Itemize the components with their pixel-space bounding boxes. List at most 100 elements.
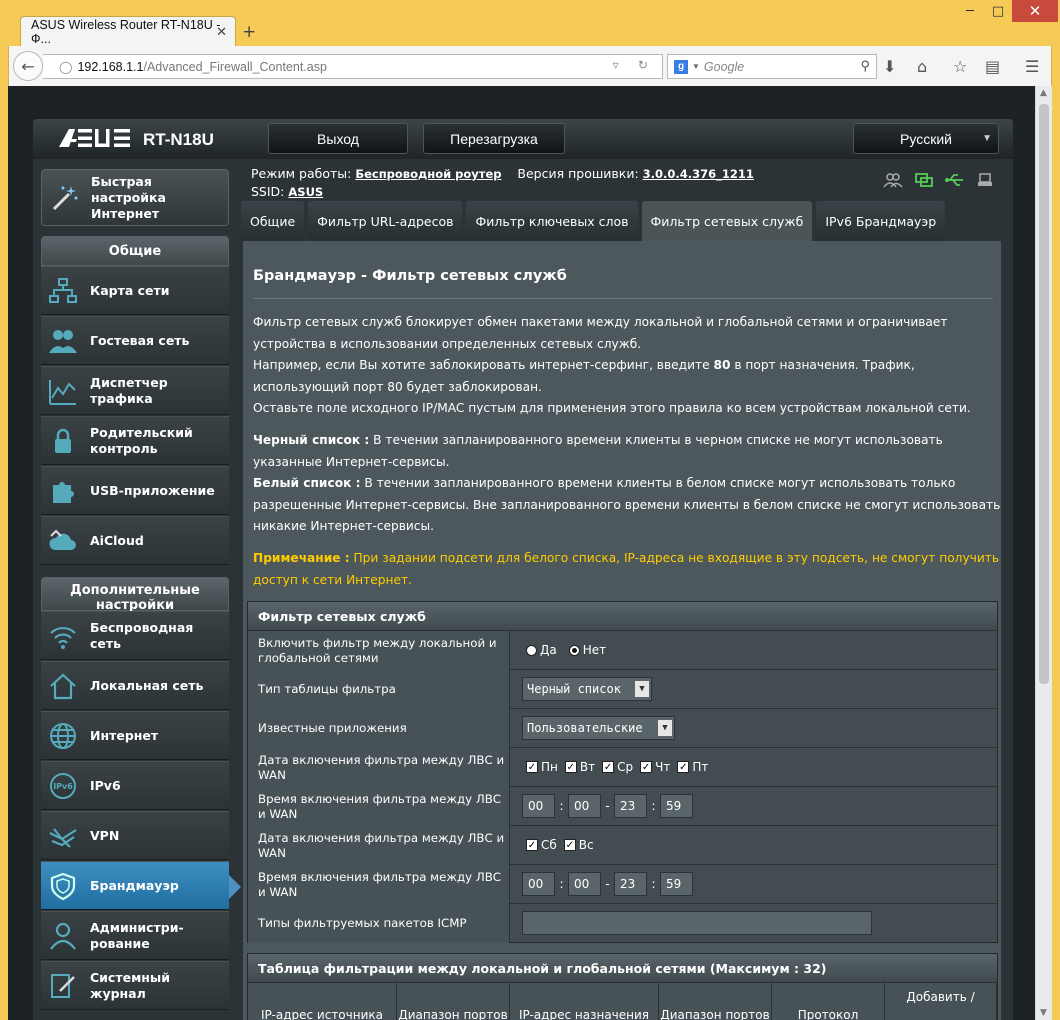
download-icon[interactable]: ⬇ bbox=[883, 57, 896, 76]
google-icon[interactable]: g bbox=[674, 59, 688, 74]
menu-icon[interactable]: ☰ bbox=[1025, 57, 1039, 76]
sidebar-item-parental-control[interactable]: Родительский контроль bbox=[41, 416, 229, 465]
logout-button[interactable]: Выход bbox=[268, 123, 408, 154]
sidebar-quick-setup[interactable]: Быстрая настройка Интернет bbox=[41, 169, 229, 226]
tab-ipv6-firewall[interactable]: IPv6 Брандмауэр bbox=[816, 201, 946, 241]
operation-mode: Режим работы: Беспроводной роутер Версия… bbox=[251, 166, 754, 181]
ipv6-globe-icon: IPv6 bbox=[48, 771, 78, 801]
tab-keyword-filter[interactable]: Фильтр ключевых слов bbox=[466, 201, 638, 241]
checkbox-sun[interactable]: ✓ bbox=[563, 839, 576, 851]
weekday-start-minute[interactable]: 00 bbox=[568, 794, 601, 818]
weekday-end-hour[interactable]: 23 bbox=[614, 794, 647, 818]
search-icon[interactable]: ⚲ bbox=[860, 58, 870, 74]
close-tab-icon[interactable]: ✕ bbox=[216, 24, 227, 40]
sidebar-item-internet[interactable]: Интернет bbox=[41, 711, 229, 760]
url-bar[interactable]: ◯ 192.168.1.1/Advanced_Firewall_Content.… bbox=[43, 54, 663, 79]
checkbox-fri[interactable]: ✓ bbox=[677, 761, 690, 773]
scroll-up-icon[interactable]: ▲ bbox=[1040, 88, 1047, 98]
url-host: 192.168.1.1 bbox=[77, 59, 144, 74]
sidebar-item-aicloud[interactable]: AiCloud bbox=[41, 516, 229, 565]
weekend-time-label: Время включения фильтра между ЛВС и WAN bbox=[248, 865, 510, 904]
sidebar-item-traffic-manager[interactable]: Диспетчер трафика bbox=[41, 366, 229, 415]
vertical-scrollbar[interactable]: ▲ ▼ bbox=[1035, 86, 1052, 1020]
description: Фильтр сетевых служб блокирует обмен пак… bbox=[253, 312, 1001, 420]
reload-icon[interactable]: ▿ ↻ bbox=[613, 58, 656, 72]
clients-icon[interactable] bbox=[883, 172, 903, 188]
sidebar-item-lan[interactable]: Локальная сеть bbox=[41, 661, 229, 710]
scroll-down-icon[interactable]: ▼ bbox=[1040, 1008, 1047, 1018]
sidebar-item-ipv6[interactable]: IPv6 IPv6 bbox=[41, 761, 229, 810]
back-icon[interactable]: ← bbox=[13, 51, 43, 81]
browser-window: ─ □ ✕ ASUS Wireless Router RT-N18U - Ф..… bbox=[0, 0, 1060, 1020]
day-label: Вт bbox=[579, 760, 596, 774]
checkbox-sat[interactable]: ✓ bbox=[526, 839, 538, 851]
tab-general[interactable]: Общие bbox=[241, 201, 305, 241]
sidebar-item-guest-network[interactable]: Гостевая сеть bbox=[41, 316, 229, 365]
search-engine-dropdown-icon[interactable]: ▼ bbox=[692, 62, 700, 71]
weekend-start-minute[interactable]: 00 bbox=[568, 872, 601, 896]
sidebar-item-firewall[interactable]: Брандмауэр bbox=[41, 861, 229, 910]
time-range-separator: - bbox=[605, 799, 610, 813]
language-select[interactable]: Русский ▼ bbox=[853, 123, 999, 154]
vpn-tunnel-icon bbox=[48, 821, 78, 851]
usb-icon[interactable] bbox=[945, 172, 965, 188]
weekend-end-minute[interactable]: 59 bbox=[660, 872, 693, 896]
sidebar-item-label: Гостевая сеть bbox=[90, 332, 190, 348]
asus-logo bbox=[59, 127, 134, 155]
checkbox-mon[interactable]: ✓ bbox=[526, 761, 538, 773]
sidebar-item-vpn[interactable]: VPN bbox=[41, 811, 229, 860]
search-bar[interactable]: g ▼ Google ⚲ bbox=[667, 54, 877, 79]
router-panel: RT-N18U Выход Перезагрузка Русский ▼ Реж… bbox=[33, 119, 1013, 1020]
maximize-icon[interactable]: □ bbox=[984, 0, 1012, 22]
checkbox-thu[interactable]: ✓ bbox=[640, 761, 653, 773]
language-value: Русский bbox=[900, 130, 952, 147]
weekday-date-row: Дата включения фильтра между ЛВС и WAN ✓… bbox=[248, 747, 997, 787]
sidebar-item-system-log[interactable]: Системный журнал bbox=[41, 961, 229, 1010]
checkbox-wed[interactable]: ✓ bbox=[602, 761, 615, 773]
sidebar-item-wireless[interactable]: Беспроводная сеть bbox=[41, 611, 229, 660]
known-apps-row: Известные приложения Пользовательские ▼ bbox=[248, 708, 997, 748]
network-icon[interactable] bbox=[914, 172, 934, 188]
tab-bar: Общие Фильтр URL-адресов Фильтр ключевых… bbox=[241, 201, 946, 241]
tab-network-services-filter[interactable]: Фильтр сетевых служб bbox=[641, 201, 813, 241]
top-bar: RT-N18U Выход Перезагрузка Русский ▼ bbox=[33, 119, 1013, 159]
filter-type-select[interactable]: Черный список ▼ bbox=[522, 677, 652, 701]
weekday-start-hour[interactable]: 00 bbox=[522, 794, 555, 818]
radio-no[interactable] bbox=[568, 644, 580, 656]
known-apps-select[interactable]: Пользовательские ▼ bbox=[522, 716, 675, 740]
scrollbar-thumb[interactable] bbox=[1039, 104, 1049, 684]
sidebar-item-network-map[interactable]: Карта сети bbox=[41, 266, 229, 315]
time-separator: : bbox=[559, 799, 564, 813]
sidebar-item-label: VPN bbox=[90, 827, 120, 843]
icmp-input[interactable] bbox=[522, 911, 872, 935]
radio-yes[interactable] bbox=[526, 644, 537, 656]
tab-url-filter[interactable]: Фильтр URL-адресов bbox=[308, 201, 463, 241]
weekend-date-row: Дата включения фильтра между ЛВС и WAN ✓… bbox=[248, 825, 997, 865]
description-p2: Например, если Вы хотите заблокировать и… bbox=[253, 358, 915, 394]
weekend-end-hour[interactable]: 23 bbox=[614, 872, 647, 896]
reader-icon[interactable]: ▤ bbox=[985, 57, 1000, 76]
reboot-button[interactable]: Перезагрузка bbox=[423, 123, 565, 154]
printer-icon[interactable] bbox=[976, 172, 996, 188]
minimize-icon[interactable]: ─ bbox=[956, 0, 984, 22]
day-label: Пн bbox=[541, 760, 558, 774]
page-viewport: ▲ ▼ RT-N18U Выход Перезагрузка Русский ▼… bbox=[8, 86, 1052, 1020]
sidebar-item-administration[interactable]: Администри-рование bbox=[41, 911, 229, 960]
time-separator: : bbox=[651, 799, 656, 813]
firmware-value[interactable]: 3.0.0.4.376_1211 bbox=[643, 167, 754, 181]
checkbox-tue[interactable]: ✓ bbox=[564, 761, 577, 773]
sidebar-item-label: AiCloud bbox=[90, 532, 144, 548]
new-tab-icon[interactable]: + bbox=[242, 22, 256, 42]
home-network-icon bbox=[48, 671, 78, 701]
mode-value[interactable]: Беспроводной роутер bbox=[355, 167, 501, 181]
ssid-value[interactable]: ASUS bbox=[288, 185, 323, 199]
weekend-date-label: Дата включения фильтра между ЛВС и WAN bbox=[248, 826, 510, 865]
weekend-start-hour[interactable]: 00 bbox=[522, 872, 555, 896]
close-window-icon[interactable]: ✕ bbox=[1012, 0, 1058, 22]
weekday-end-minute[interactable]: 59 bbox=[660, 794, 693, 818]
home-icon[interactable]: ⌂ bbox=[917, 57, 927, 76]
firmware-label: Версия прошивки: bbox=[517, 166, 639, 181]
sidebar-item-usb-application[interactable]: USB-приложение bbox=[41, 466, 229, 515]
bookmark-star-icon[interactable]: ☆ bbox=[953, 57, 967, 76]
browser-tab[interactable]: ASUS Wireless Router RT-N18U - Ф... ✕ bbox=[20, 16, 236, 46]
